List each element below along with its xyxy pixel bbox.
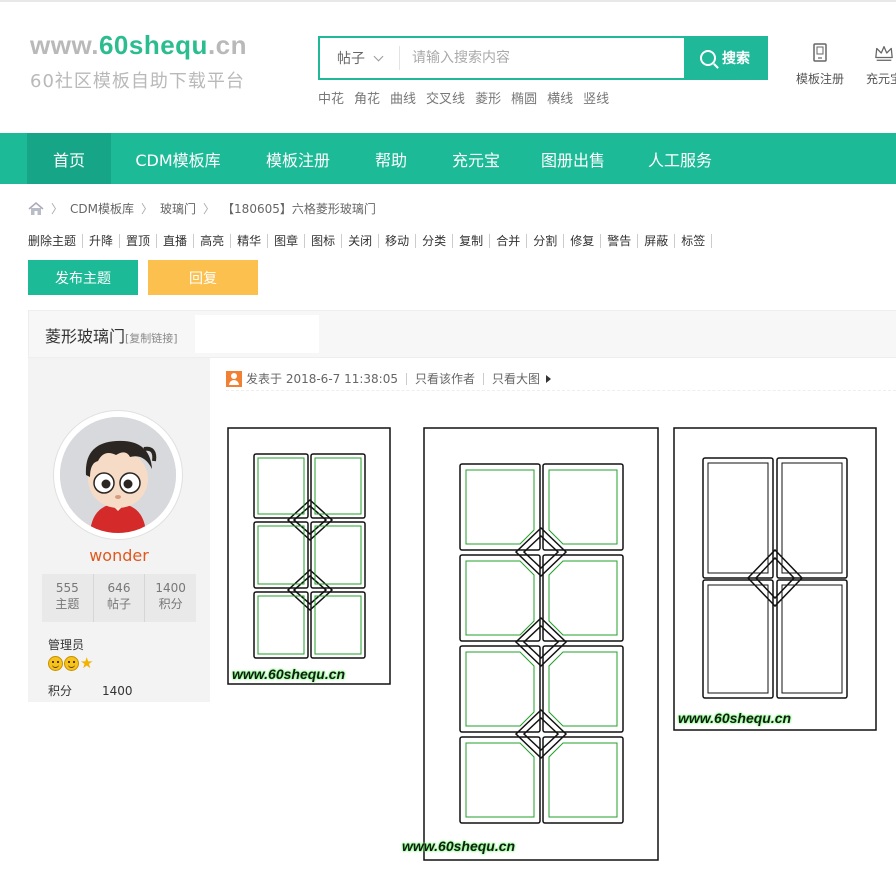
watermark: www.60shequ.cn bbox=[232, 666, 346, 682]
watermark: www.60shequ.cn bbox=[678, 710, 792, 726]
post-image-door-drawings[interactable] bbox=[0, 0, 896, 882]
door-design-3 bbox=[673, 427, 877, 731]
watermark: www.60shequ.cn bbox=[402, 838, 516, 854]
door-design-1 bbox=[227, 427, 391, 685]
door-design-2 bbox=[423, 427, 659, 861]
